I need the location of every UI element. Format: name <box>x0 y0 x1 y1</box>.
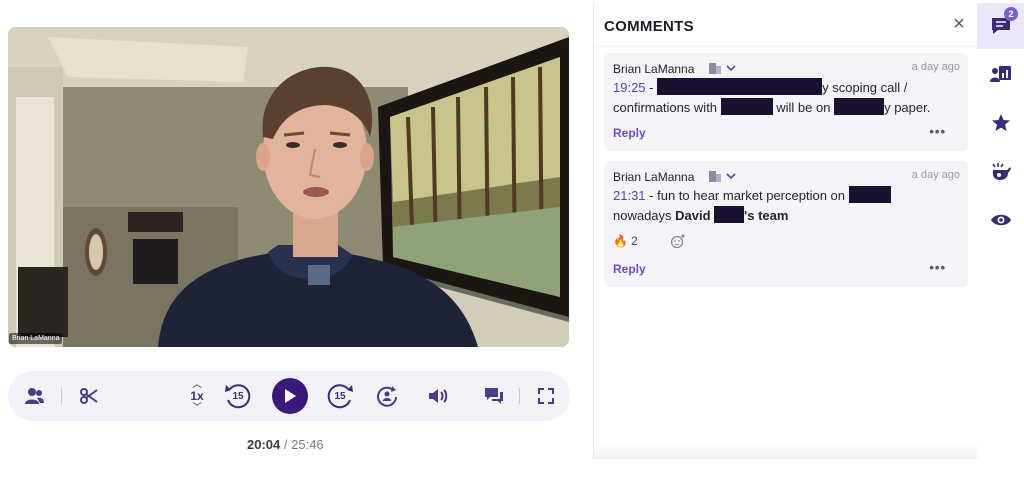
comment-visibility-control[interactable] <box>708 169 738 183</box>
skip-forward-button[interactable]: 15 <box>324 380 356 412</box>
comment-timestamp-link[interactable]: 19:25 <box>613 80 646 95</box>
comment-timestamp-link[interactable]: 21:31 <box>613 188 646 203</box>
comments-icon <box>485 388 503 404</box>
comment-text-part: 's team <box>744 208 789 223</box>
comments-count-badge: 2 <box>1004 7 1018 21</box>
volume-button[interactable] <box>426 371 450 421</box>
building-icon <box>709 171 736 182</box>
play-icon <box>285 389 296 403</box>
call-player-page: Brian LaManna ︿ 1x ﹀ 15 15 20:04 / 25:46… <box>0 0 1024 480</box>
redaction-box <box>657 78 823 95</box>
right-toolbar: 2 <box>977 3 1024 459</box>
playback-speed-value: 1x <box>190 389 204 403</box>
video-still <box>8 27 569 347</box>
redaction-box <box>720 98 773 115</box>
comment-author: Brian LaManna <box>613 170 695 184</box>
comments-panel: COMMENTS × Brian LaManna a day ago 19:25… <box>593 3 978 459</box>
add-emoji-icon <box>670 234 685 249</box>
speaker-name-tag: Brian LaManna <box>9 333 63 344</box>
time-separator: / <box>283 437 288 452</box>
video-frame[interactable]: Brian LaManna <box>8 27 569 347</box>
add-reaction-button[interactable] <box>670 233 686 249</box>
building-icon <box>709 63 736 74</box>
replay-person-icon <box>377 386 397 407</box>
comment-text-part: will be on <box>772 100 835 115</box>
comment-text-part: - fun to hear market perception on <box>645 188 849 203</box>
skip-back-button[interactable]: 15 <box>222 380 254 412</box>
volume-icon <box>429 389 448 403</box>
participants-icon <box>25 388 44 404</box>
skip-back-seconds: 15 <box>232 390 244 402</box>
comment-card: Brian LaManna a day ago 21:31 - fun to h… <box>604 161 968 287</box>
playback-speed-control[interactable]: ︿ 1x ﹀ <box>183 375 211 417</box>
comment-text-part: y scoping call / <box>822 80 908 95</box>
rail-trackers-button[interactable] <box>977 51 1024 97</box>
trackers-icon <box>989 66 1011 82</box>
comment-text-part: confirmations with <box>613 100 721 115</box>
comment-mention[interactable]: David <box>675 208 714 223</box>
comment-card: Brian LaManna a day ago 19:25 - y scopin… <box>604 53 968 151</box>
current-time: 20:04 <box>247 437 281 452</box>
play-button[interactable] <box>272 378 308 414</box>
comment-text: nowadays David 's team <box>613 206 788 226</box>
comment-text-part: nowadays <box>613 208 676 223</box>
redaction-box <box>714 206 745 223</box>
scissors-icon <box>80 388 98 404</box>
comment-text-part: y paper. <box>884 100 931 115</box>
skip-forward-seconds: 15 <box>334 390 346 402</box>
comments-toggle-button[interactable] <box>482 371 506 421</box>
comments-panel-title: COMMENTS <box>604 18 694 35</box>
comments-panel-header: COMMENTS × <box>594 3 978 47</box>
comment-text: confirmations with will be on y paper. <box>613 98 930 118</box>
clip-button[interactable] <box>78 371 100 421</box>
fullscreen-button[interactable] <box>535 371 557 421</box>
comment-author: Brian LaManna <box>613 62 695 76</box>
chevron-down-icon[interactable]: ﹀ <box>192 403 201 412</box>
playback-time: 20:04 / 25:46 <box>247 437 324 452</box>
comment-time-ago: a day ago <box>911 61 960 73</box>
redaction-box <box>834 98 885 115</box>
redaction-box <box>848 186 891 203</box>
whistle-icon <box>991 163 1011 180</box>
reaction-count: 2 <box>630 234 638 248</box>
panel-bottom-fade <box>594 444 977 458</box>
eye-icon <box>990 214 1011 226</box>
replay-speaker-button[interactable] <box>374 371 400 421</box>
more-options-icon[interactable]: ••• <box>929 260 946 275</box>
more-options-icon[interactable]: ••• <box>929 124 946 139</box>
comment-text: 19:25 - y scoping call / <box>613 78 907 98</box>
rail-highlights-button[interactable] <box>977 100 1024 146</box>
chevron-up-icon[interactable]: ︿ <box>192 380 201 389</box>
comment-text: 21:31 - fun to hear market perception on <box>613 186 891 206</box>
rail-coaching-button[interactable] <box>977 149 1024 195</box>
rail-comments-button[interactable]: 2 <box>977 3 1024 49</box>
controls-divider <box>61 388 62 404</box>
close-icon[interactable]: × <box>950 14 968 34</box>
reaction-chip[interactable]: 🔥 2 <box>613 232 638 250</box>
duration: 25:46 <box>291 437 324 452</box>
controls-divider <box>519 388 520 404</box>
comment-visibility-control[interactable] <box>708 61 738 75</box>
comment-time-ago: a day ago <box>911 169 960 181</box>
player-controls: ︿ 1x ﹀ 15 15 <box>8 371 570 421</box>
comment-text-part: - <box>645 80 658 95</box>
reply-link[interactable]: Reply <box>613 262 646 276</box>
star-icon <box>991 114 1010 131</box>
fullscreen-icon <box>538 388 554 404</box>
rail-viewers-button[interactable] <box>977 197 1024 243</box>
participants-button[interactable] <box>22 371 46 421</box>
reply-link[interactable]: Reply <box>613 126 646 140</box>
fire-emoji: 🔥 <box>613 234 628 248</box>
